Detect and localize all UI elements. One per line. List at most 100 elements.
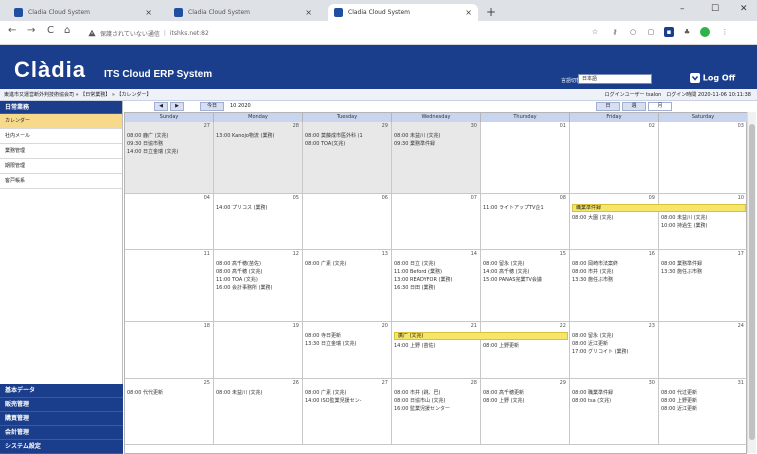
calendar-day-cell[interactable]: 24 [659, 322, 748, 379]
calendar-event[interactable]: 08:00 寺日更新 [305, 332, 390, 340]
browser-tab[interactable]: Cladia Cloud System × [168, 4, 318, 21]
calendar-day-cell[interactable]: 29 08:00 高千穂更新 08:00 上野 (文兆) [481, 379, 570, 445]
reload-button[interactable]: C [47, 25, 54, 36]
calendar-day-cell[interactable]: 07 [392, 194, 481, 250]
calendar-event[interactable]: 16:00 監業児援センター [394, 405, 479, 413]
calendar-event[interactable]: 08:00 TOA(文兆) [305, 140, 390, 148]
calendar-event[interactable]: 14:00 日立金瑞 (文兆) [127, 148, 212, 156]
calendar-day-cell[interactable]: 28 13:00 Kanojo物流 (業務) [214, 122, 303, 194]
calendar-day-cell[interactable]: 23 08:00 留永 (文兆) 08:00 近江更新 17:00 グリコイト (業務… [570, 322, 659, 379]
calendar-event[interactable]: 08:00 市井 (文兆) [572, 268, 657, 276]
calendar-event[interactable]: 08:00 留永 (文兆) [572, 332, 657, 340]
calendar-day-cell[interactable]: 16 08:00 岡崎市法案終 08:00 市井 (文兆) 13:30 施任ぶ市務 [570, 250, 659, 322]
calendar-event[interactable]: 08:00 未益川 (文兆) [216, 389, 301, 397]
calendar-event[interactable]: 08:00 高千穂(苗佐) [216, 260, 301, 268]
calendar-day-cell[interactable]: 20 08:00 寺日更新 13:30 日立金瑞 (文兆) [303, 322, 392, 379]
calendar-event[interactable]: 14:00 ISO監業児援セン- [305, 397, 390, 405]
calendar-day-cell[interactable]: 06 [303, 194, 392, 250]
calendar-event[interactable]: 08:00 職業準件録 [572, 389, 657, 397]
calendar-day-cell[interactable]: 08 11:00 ライトアップTV企1 [481, 194, 570, 250]
prev-month-button[interactable]: ◀ [154, 102, 168, 111]
sidebar-group-accounting[interactable]: 会計管理 [0, 426, 123, 440]
calendar-day-cell[interactable]: 11 [125, 250, 214, 322]
calendar-event[interactable]: 08:00 莫藤成市医外科 (1 [305, 132, 390, 140]
puzzle-icon[interactable]: ♣ [682, 27, 692, 37]
calendar-day-cell[interactable]: 25 08:00 代代更新 [125, 379, 214, 445]
calendar-event[interactable]: 16:30 日田 (業務) [394, 284, 479, 292]
home-button[interactable]: ⌂ [64, 25, 70, 36]
calendar-day-cell[interactable]: 05 14:00 プリコス (業務) [214, 194, 303, 250]
calendar-day-cell[interactable]: 21 14:00 上野 (苗佐) [392, 322, 481, 379]
calendar-event[interactable]: 08:00 未益川 (文兆) [394, 132, 479, 140]
calendar-event[interactable]: 08:00 業務準件録 [661, 260, 746, 268]
browser-tab-active[interactable]: Cladia Cloud System × [328, 4, 478, 21]
calendar-day-cell[interactable]: 01 [481, 122, 570, 194]
today-button[interactable]: 今日 [200, 102, 224, 111]
calendar-day-cell[interactable]: 17 08:00 業務準件録 13:30 施任ぶ市務 [659, 250, 748, 322]
circle-extension-icon[interactable]: ○ [628, 27, 638, 37]
calendar-event[interactable]: 13:30 施任ぶ市務 [661, 268, 746, 276]
star-icon[interactable]: ☆ [590, 27, 600, 37]
sidebar-group-system[interactable]: システム設定 [0, 440, 123, 454]
calendar-event[interactable]: 08:00 上野更新 [661, 397, 746, 405]
back-button[interactable]: ← [8, 25, 16, 36]
warning-triangle-icon[interactable] [88, 29, 96, 37]
calendar-event[interactable]: 14:00 プリコス (業務) [216, 204, 301, 212]
calendar-day-cell[interactable]: 18 [125, 322, 214, 379]
month-view-button[interactable]: 月 [648, 102, 672, 111]
calendar-event[interactable]: 09:30 業務準件録 [394, 140, 479, 148]
sidebar-item-tasks[interactable]: 業務管理 [0, 144, 122, 159]
close-tab-icon[interactable]: × [465, 8, 472, 17]
calendar-event[interactable]: 08:00 代代更新 [127, 389, 212, 397]
week-view-button[interactable]: 週 [622, 102, 646, 111]
calendar-day-cell[interactable]: 10 08:00 未益川 (文兆) 10:00 持過生 (業務) [659, 194, 748, 250]
calendar-day-cell[interactable]: 09 08:00 大園 (文兆) [570, 194, 659, 250]
calendar-day-cell[interactable]: 27 08:00 广素 (文兆) 14:00 ISO監業児援セン- [303, 379, 392, 445]
calendar-day-cell[interactable]: 22 08:00 上野更新 [481, 322, 570, 379]
calendar-event[interactable]: 08:00 未益川 (文兆) [661, 214, 746, 222]
sidebar-item-mail[interactable]: 社内メール [0, 129, 122, 144]
key-icon[interactable]: ⚷ [610, 27, 620, 37]
calendar-event[interactable]: 11:00 Beford (業務) [394, 268, 479, 276]
close-window-button[interactable]: ✕ [740, 4, 748, 14]
close-tab-icon[interactable]: × [305, 8, 312, 17]
calendar-day-cell[interactable]: 30 08:00 職業準件録 08:00 tsa (文兆) [570, 379, 659, 445]
multi-day-event[interactable]: 廣广 (文兆) [394, 332, 568, 340]
calendar-scrollbar[interactable] [747, 112, 756, 453]
calendar-day-cell[interactable]: 31 08:00 代过更新 08:00 上野更新 08:00 近江更新 [659, 379, 748, 445]
calendar-event[interactable]: 08:00 高千穂更新 [483, 389, 568, 397]
calendar-event[interactable]: 08:00 近江更新 [661, 405, 746, 413]
calendar-day-cell[interactable]: 26 08:00 未益川 (文兆) [214, 379, 303, 445]
app-extension-icon[interactable]: ▪ [664, 27, 674, 37]
calendar-day-cell[interactable]: 04 [125, 194, 214, 250]
calendar-day-cell[interactable]: 29 08:00 莫藤成市医外科 (1 08:00 TOA(文兆) [303, 122, 392, 194]
calendar-event[interactable]: 08:00 广素 (文兆) [305, 389, 390, 397]
calendar-day-cell[interactable]: 02 [570, 122, 659, 194]
sidebar-group-daily[interactable]: 日常業務 [0, 101, 122, 114]
calendar-event[interactable]: 08:00 市井 (跳、巴) [394, 389, 479, 397]
sidebar-item-calendar[interactable]: カレンダー [0, 114, 122, 129]
calendar-event[interactable]: 14:00 上野 (苗佐) [394, 342, 479, 350]
calendar-event[interactable]: 08:00 近江更新 [572, 340, 657, 348]
calendar-event[interactable]: 15:00 PANAS完業TV会議 [483, 276, 568, 284]
calendar-event[interactable]: 13:30 施任ぶ市務 [572, 276, 657, 284]
log-off-button[interactable]: Log Off [690, 73, 735, 83]
calendar-day-cell[interactable]: 30 08:00 未益川 (文兆) 09:30 業務準件録 [392, 122, 481, 194]
calendar-event[interactable]: 17:00 グリコイト (業務) [572, 348, 657, 356]
maximize-button[interactable]: ☐ [711, 4, 719, 14]
calendar-event[interactable]: 08:00 留永 (文兆) [483, 260, 568, 268]
calendar-event[interactable]: 13:30 日立金瑞 (文兆) [305, 340, 390, 348]
calendar-event[interactable]: 08:00 日協市山 (文兆) [394, 397, 479, 405]
calendar-day-cell[interactable]: 14 08:00 日立 (文兆) 11:00 Beford (業務) 13:00 RE… [392, 250, 481, 322]
url-field[interactable]: 保護されていない通信 | itshks.net:82 [88, 25, 209, 41]
sidebar-group-sales[interactable]: 販売管理 [0, 398, 123, 412]
calendar-event[interactable]: 08:00 大園 (文兆) [572, 214, 657, 222]
profile-avatar-icon[interactable] [700, 27, 710, 37]
calendar-event[interactable]: 11:00 ライトアップTV企1 [483, 204, 568, 212]
close-tab-icon[interactable]: × [145, 8, 152, 17]
multi-day-event[interactable]: 職業準件録 [572, 204, 746, 212]
scrollbar-thumb[interactable] [749, 124, 755, 440]
calendar-event[interactable]: 09:30 日協市務 [127, 140, 212, 148]
language-select[interactable]: 日本語 [578, 74, 652, 84]
calendar-event[interactable]: 10:00 持過生 (業務) [661, 222, 746, 230]
